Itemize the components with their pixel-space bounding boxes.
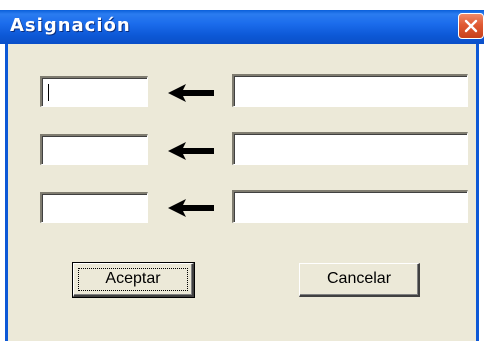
close-icon: [464, 19, 478, 33]
cancel-button-label: Cancelar: [326, 270, 392, 287]
right-field-2[interactable]: [232, 132, 468, 165]
right-field-1[interactable]: [232, 74, 468, 107]
text-cursor: [48, 84, 49, 101]
focus-rectangle: [78, 268, 188, 291]
title-bar[interactable]: Asignación: [0, 10, 484, 44]
arrow-left-icon: [168, 84, 214, 102]
arrow-left-icon: [168, 142, 214, 160]
window-title: Asignación: [10, 15, 131, 36]
accept-button[interactable]: Aceptar: [72, 262, 195, 298]
arrow-left-icon: [168, 199, 214, 217]
left-field-1[interactable]: [40, 76, 148, 107]
right-field-3[interactable]: [232, 190, 468, 223]
cancel-button[interactable]: Cancelar: [299, 263, 420, 297]
close-button[interactable]: [458, 13, 484, 39]
left-field-3[interactable]: [40, 192, 148, 223]
dialog-window: Asignación Aceptar Cancelar: [0, 0, 484, 341]
left-field-2[interactable]: [40, 134, 148, 165]
